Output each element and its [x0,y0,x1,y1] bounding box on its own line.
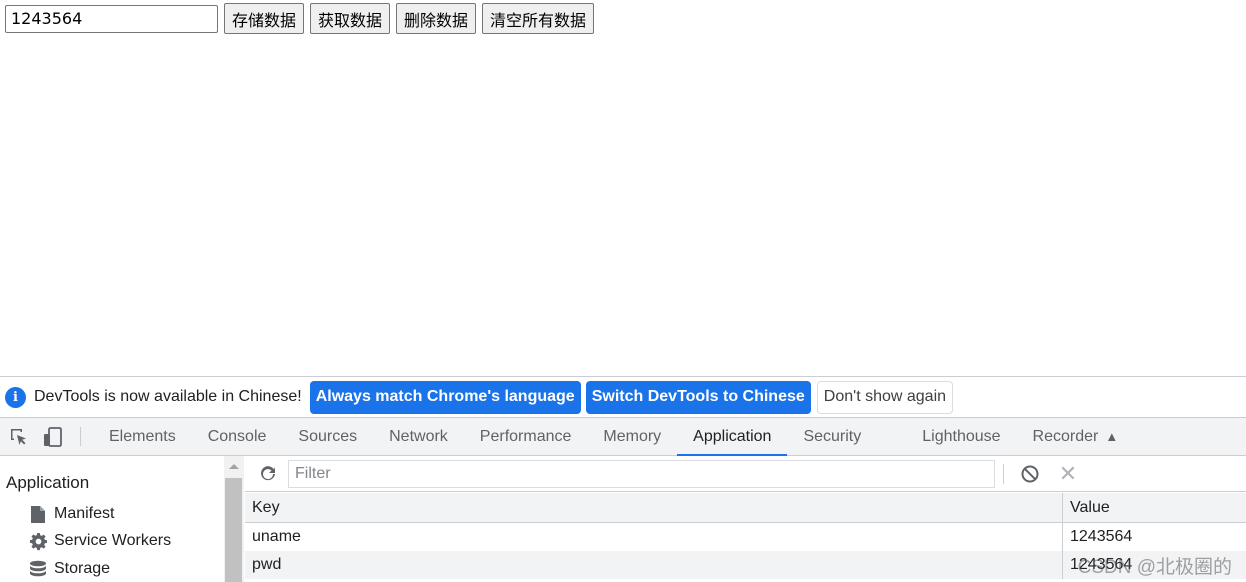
sidebar-heading: Application [6,473,90,492]
sidebar-item-storage[interactable]: Storage [28,559,110,579]
always-match-language-button[interactable]: Always match Chrome's language [309,380,581,414]
column-header-value[interactable]: Value [1063,493,1246,522]
dont-show-again-button[interactable]: Don't show again [816,380,954,414]
delete-data-button[interactable]: 删除数据 [396,3,477,34]
file-icon [28,504,48,524]
sidebar-item-label: Service Workers [54,532,172,549]
sidebar-item-label: Manifest [54,505,115,522]
tab-sources[interactable]: Sources [282,418,373,455]
data-input[interactable] [5,4,218,33]
tabbar-divider [80,427,81,446]
refresh-icon[interactable] [257,463,279,485]
application-sidebar: Application Manifest Service Workers Sto… [0,456,224,582]
delete-selected-icon[interactable]: ✕ [1057,463,1079,485]
tab-security[interactable]: Security [787,418,906,455]
scroll-up-arrow-icon[interactable] [229,464,239,469]
row-value: 1243564 [1070,528,1133,545]
sidebar-scrollbar[interactable] [224,456,244,582]
get-data-button[interactable]: 获取数据 [310,3,391,34]
tab-application[interactable]: Application [677,418,788,456]
filter-input[interactable] [288,460,995,488]
tab-recorder-label: Recorder [1032,427,1099,445]
info-icon: i [5,386,26,408]
sidebar-item-label: Storage [54,560,111,577]
row-key: uname [245,523,1063,551]
clear-all-data-button[interactable]: 清空所有数据 [482,3,595,34]
language-infobar: i DevTools is now available in Chinese! … [0,376,1246,418]
page-controls: 存储数据 获取数据 删除数据 清空所有数据 [5,3,595,34]
tab-memory[interactable]: Memory [587,418,677,455]
switch-to-chinese-button[interactable]: Switch DevTools to Chinese [585,380,811,414]
flask-icon: ▲ [1105,429,1119,444]
toolbar-divider [1003,464,1004,484]
watermark: CSDN @北极圈的 [1077,557,1232,578]
sidebar-item-manifest[interactable]: Manifest [28,504,114,524]
inspect-element-icon[interactable] [2,418,36,455]
table-row[interactable]: uname 1243564 [245,523,1246,551]
tab-elements[interactable]: Elements [93,418,192,455]
store-data-button[interactable]: 存储数据 [224,3,305,34]
tab-lighthouse[interactable]: Lighthouse [906,418,1016,455]
tab-recorder[interactable]: Recorder ▲ [1017,418,1135,455]
device-toolbar-icon[interactable] [36,418,70,455]
column-header-key[interactable]: Key [245,493,1063,522]
tab-network[interactable]: Network [373,418,464,455]
tab-console[interactable]: Console [192,418,283,455]
gear-icon [28,531,48,551]
storage-toolbar: ✕ [245,456,1246,492]
sidebar-item-service-workers[interactable]: Service Workers [28,531,171,551]
scrollbar-thumb[interactable] [225,478,242,582]
tab-performance[interactable]: Performance [464,418,588,455]
row-key: pwd [245,551,1063,579]
clear-all-icon[interactable] [1019,463,1041,485]
infobar-message: DevTools is now available in Chinese! [34,388,302,405]
devtools-tabbar: Elements Console Sources Network Perform… [0,418,1246,456]
database-icon [28,559,48,579]
table-header: Key Value [245,493,1246,523]
